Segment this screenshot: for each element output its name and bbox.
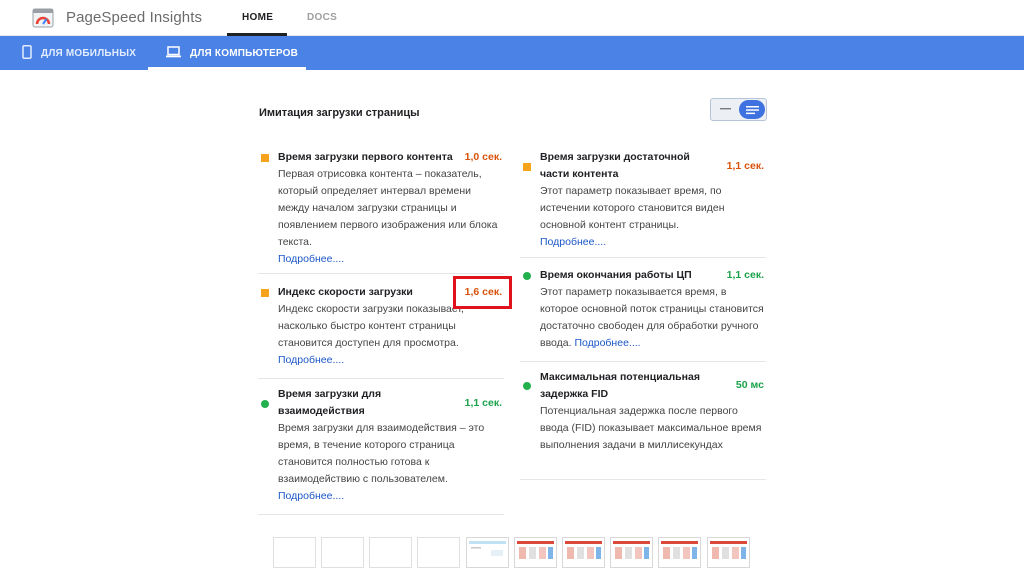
metric-description-text: Индекс скорости загрузки показывает, нас… <box>278 303 464 349</box>
tab-desktop[interactable]: ДЛЯ КОМПЬЮТЕРОВ <box>166 36 298 70</box>
filmstrip-frame[interactable] <box>562 537 605 568</box>
metric-title: Время окончания работы ЦП <box>540 269 692 281</box>
pagespeed-logo-icon[interactable] <box>32 8 54 28</box>
metric-description: Этот параметр показывает время, по истеч… <box>540 183 766 251</box>
brand-title[interactable]: PageSpeed Insights <box>66 9 202 26</box>
filmstrip-frame[interactable] <box>369 537 412 568</box>
laptop-icon <box>166 45 181 61</box>
filmstrip-frame[interactable] <box>321 537 364 568</box>
metric-value: 50 мс <box>735 379 764 391</box>
metric-fcp: Время загрузки первого контента 1,0 сек.… <box>258 146 504 274</box>
metric-tti: Время загрузки для взаимодействия 1,1 се… <box>258 386 504 515</box>
highlight-box <box>453 276 512 309</box>
metric-title: Индекс скорости загрузки <box>278 286 413 298</box>
filmstrip-frame[interactable] <box>707 537 750 568</box>
average-status-icon <box>261 154 269 162</box>
filmstrip-frame[interactable] <box>514 537 557 568</box>
average-status-icon <box>261 289 269 297</box>
metric-title: Время загрузки первого контента <box>278 151 453 163</box>
metric-max-fid: Максимальная потенциальная задержка FID … <box>520 369 766 480</box>
top-app-bar: PageSpeed Insights HOME DOCS <box>0 0 1024 36</box>
metric-description: Потенциальная задержка после первого вво… <box>540 403 766 454</box>
good-status-icon <box>261 400 269 408</box>
metric-value: 1,0 сек. <box>464 151 502 163</box>
learn-more-link[interactable]: Подробнее.... <box>540 236 606 248</box>
expanded-view-icon[interactable] <box>739 100 765 119</box>
view-toggle[interactable] <box>710 98 767 121</box>
metric-fmp: Время загрузки достаточной части контент… <box>520 149 766 258</box>
learn-more-link[interactable]: Подробнее.... <box>278 253 344 265</box>
filmstrip-frame[interactable] <box>610 537 653 568</box>
learn-more-link[interactable]: Подробнее.... <box>574 337 640 349</box>
device-tab-bar: ДЛЯ МОБИЛЬНЫХ ДЛЯ КОМПЬЮТЕРОВ <box>0 36 1024 70</box>
learn-more-link[interactable]: Подробнее.... <box>278 354 344 366</box>
tab-mobile-label: ДЛЯ МОБИЛЬНЫХ <box>41 47 137 59</box>
nav-tab-docs[interactable]: DOCS <box>307 12 337 23</box>
metric-value: 1,1 сек. <box>726 269 764 281</box>
metric-title: Максимальная потенциальная задержка FID <box>540 371 700 400</box>
learn-more-link[interactable]: Подробнее.... <box>278 490 344 502</box>
filmstrip-frame[interactable] <box>417 537 460 568</box>
filmstrip-frame[interactable] <box>658 537 701 568</box>
metric-description-text: Потенциальная задержка после первого вво… <box>540 405 762 451</box>
nav-tab-home[interactable]: HOME <box>242 12 273 23</box>
metric-description-text: Время загрузки для взаимодействия – это … <box>278 422 485 485</box>
metric-description: Время загрузки для взаимодействия – это … <box>278 420 504 505</box>
metric-description: Этот параметр показывается время, в кото… <box>540 284 766 352</box>
filmstrip-frame[interactable] <box>466 537 509 568</box>
section-title: Имитация загрузки страницы <box>259 107 420 119</box>
tab-mobile[interactable]: ДЛЯ МОБИЛЬНЫХ <box>22 36 136 70</box>
metric-value: 1,1 сек. <box>464 397 502 409</box>
metric-title: Время загрузки достаточной части контент… <box>540 151 690 180</box>
metric-title: Время загрузки для взаимодействия <box>278 388 382 417</box>
metric-description-text: Первая отрисовка контента – показатель, … <box>278 168 498 248</box>
compact-view-icon[interactable] <box>713 101 738 118</box>
device-active-indicator <box>148 67 306 70</box>
good-status-icon <box>523 382 531 390</box>
good-status-icon <box>523 272 531 280</box>
metric-description: Первая отрисовка контента – показатель, … <box>278 166 504 268</box>
tab-desktop-label: ДЛЯ КОМПЬЮТЕРОВ <box>190 47 299 59</box>
average-status-icon <box>523 163 531 171</box>
metric-description-text: Этот параметр показывает время, по истеч… <box>540 185 725 231</box>
smartphone-icon <box>22 44 32 62</box>
metric-cpu-idle: Время окончания работы ЦП 1,1 сек. Этот … <box>520 267 766 362</box>
metric-value: 1,1 сек. <box>726 160 764 172</box>
metric-description: Индекс скорости загрузки показывает, нас… <box>278 301 504 369</box>
filmstrip-frame[interactable] <box>273 537 316 568</box>
